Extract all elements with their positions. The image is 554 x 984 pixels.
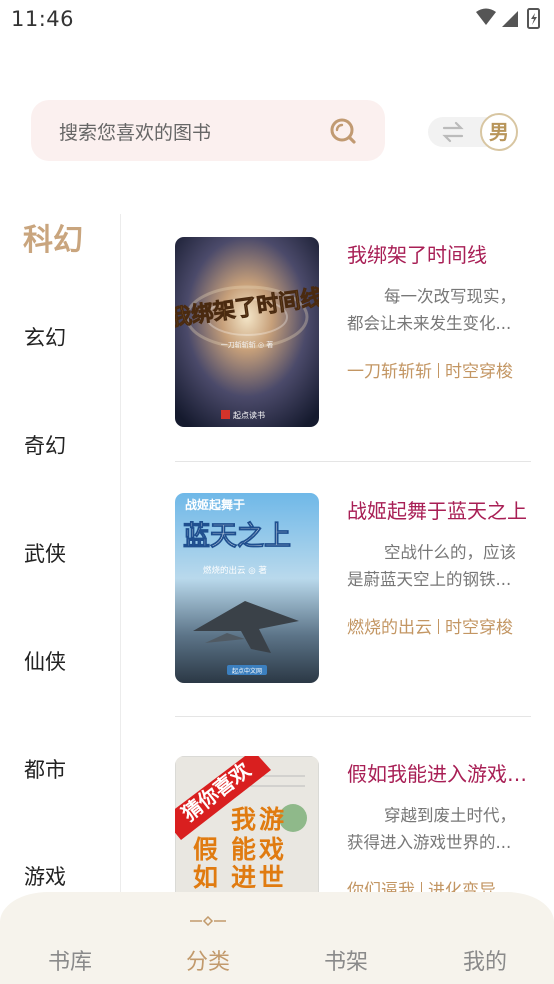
book-author: 一刀斩斩斩 bbox=[347, 362, 432, 382]
cover-char: 如 bbox=[193, 863, 218, 892]
book-divider bbox=[175, 461, 531, 462]
category-item[interactable]: 玄幻 bbox=[24, 322, 66, 352]
book-genre: 时空穿梭 bbox=[445, 618, 513, 638]
book-divider bbox=[175, 716, 531, 717]
book-genre: 时空穿梭 bbox=[445, 362, 513, 382]
status-icons bbox=[476, 8, 540, 29]
book-card[interactable]: 战姬起舞于 蓝天之上 燃烧的出云 ◎ 著 起点中文网 战姬起舞于蓝天之上 空战什… bbox=[175, 493, 535, 683]
meta-separator bbox=[438, 363, 439, 378]
status-bar: 11:46 bbox=[0, 0, 554, 40]
cover-title-main: 蓝天之上 bbox=[183, 520, 291, 552]
book-meta: 燃烧的出云 时空穿梭 bbox=[347, 613, 531, 638]
book-title[interactable]: 假如我能进入游戏世界 bbox=[347, 758, 532, 787]
cover-char: 游 bbox=[259, 805, 284, 834]
book-title[interactable]: 战姬起舞于蓝天之上 bbox=[347, 495, 532, 524]
category-item-active[interactable]: 科幻 bbox=[23, 215, 83, 259]
category-item[interactable]: 仙侠 bbox=[24, 646, 66, 676]
meta-separator bbox=[438, 619, 439, 634]
cover-char: 戏 bbox=[258, 835, 284, 864]
status-time: 11:46 bbox=[11, 7, 75, 31]
cover-author-text: 一刀斩斩斩 ◎ 著 bbox=[221, 340, 274, 349]
cover-publisher-text: 起点读书 bbox=[233, 410, 265, 420]
tab-library[interactable]: 书库 bbox=[30, 944, 110, 976]
wifi-icon bbox=[476, 8, 496, 25]
category-sidebar: 科幻 玄幻 奇幻 武侠 仙侠 都市 游戏 bbox=[0, 205, 120, 895]
cover-char: 能 bbox=[231, 835, 256, 864]
search-box[interactable]: 搜索您喜欢的图书 bbox=[31, 100, 385, 161]
book-desc: 空战什么的，应该是蔚蓝天空上的钢铁... bbox=[347, 543, 516, 589]
cover-char: 进 bbox=[231, 863, 256, 892]
tab-bookshelf[interactable]: 书架 bbox=[306, 944, 386, 976]
cover-author-text: 燃烧的出云 ◎ 著 bbox=[203, 565, 267, 576]
book-cover[interactable]: 我绑架了时间线 一刀斩斩斩 ◎ 著 起点读书 bbox=[175, 237, 319, 427]
cover-char: 假 bbox=[193, 835, 218, 864]
book-card[interactable]: 我绑架了时间线 一刀斩斩斩 ◎ 著 起点读书 我绑架了时间线 每一次改写现实，都… bbox=[175, 237, 535, 427]
category-item[interactable]: 奇幻 bbox=[24, 430, 66, 460]
swap-icon[interactable] bbox=[441, 121, 465, 143]
bottom-nav: 书库 分类 书架 我的 bbox=[0, 892, 554, 984]
book-title[interactable]: 我绑架了时间线 bbox=[347, 239, 532, 268]
gender-toggle[interactable]: 男 bbox=[428, 113, 520, 151]
cover-char: 世 bbox=[259, 863, 284, 892]
category-item[interactable]: 游戏 bbox=[24, 861, 66, 891]
book-author: 燃烧的出云 bbox=[347, 618, 432, 638]
cover-publisher-text: 起点中文网 bbox=[232, 667, 262, 675]
book-cover[interactable]: 战姬起舞于 蓝天之上 燃烧的出云 ◎ 著 起点中文网 bbox=[175, 493, 319, 683]
cover-title-top: 战姬起舞于 bbox=[185, 497, 245, 512]
tab-profile[interactable]: 我的 bbox=[445, 944, 525, 976]
category-item[interactable]: 都市 bbox=[24, 754, 66, 784]
cover-char: 我 bbox=[231, 805, 256, 834]
book-meta: 一刀斩斩斩 时空穿梭 bbox=[347, 357, 531, 382]
category-item[interactable]: 武侠 bbox=[24, 538, 66, 568]
search-icon[interactable] bbox=[329, 117, 357, 145]
cell-signal-icon bbox=[502, 11, 518, 27]
active-tab-indicator-icon bbox=[190, 916, 226, 926]
book-desc: 穿越到废土时代，获得进入游戏世界的... bbox=[347, 806, 516, 852]
tab-categories[interactable]: 分类 bbox=[168, 944, 248, 976]
gender-badge[interactable]: 男 bbox=[480, 113, 518, 151]
book-desc: 每一次改写现实，都会让未来发生变化... bbox=[347, 287, 516, 333]
sidebar-divider bbox=[120, 214, 121, 894]
search-placeholder[interactable]: 搜索您喜欢的图书 bbox=[59, 118, 211, 145]
